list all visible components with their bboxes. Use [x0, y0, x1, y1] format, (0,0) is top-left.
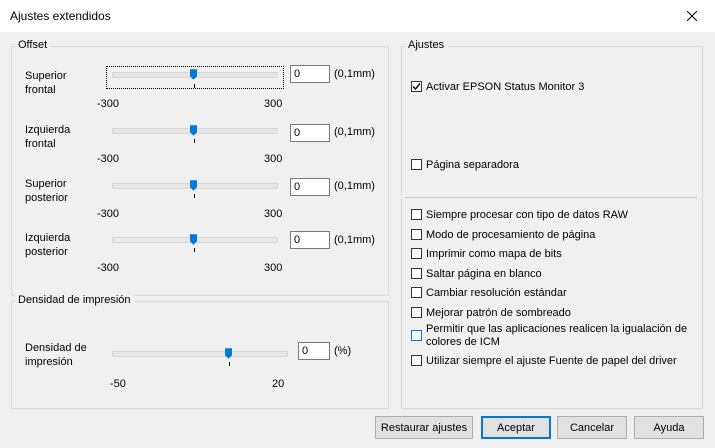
slider-max-label: 300: [264, 262, 283, 274]
ok-button[interactable]: Aceptar: [481, 416, 551, 439]
offset-value-input[interactable]: 0: [290, 65, 330, 83]
checkbox-label: Utilizar siempre el ajuste Fuente de pap…: [426, 355, 677, 367]
cancel-button[interactable]: Cancelar: [557, 416, 627, 439]
checkbox-label: Mejorar patrón de sombreado: [426, 307, 571, 319]
slider-min-label: -300: [97, 208, 120, 220]
close-button[interactable]: [669, 0, 715, 32]
slider-max-label: 300: [264, 98, 283, 110]
slider-thumb[interactable]: [225, 348, 232, 359]
title-bar: Ajustes extendidos: [0, 0, 715, 32]
checkbox-label: Imprimir como mapa de bits: [426, 248, 562, 260]
slider-tick: [194, 194, 195, 198]
slider-tick: [194, 84, 195, 88]
density-value-input[interactable]: 0: [298, 342, 330, 360]
unit-label: (0,1mm): [334, 126, 375, 138]
slider-thumb[interactable]: [190, 234, 197, 245]
checkbox-label: Modo de procesamiento de página: [426, 229, 596, 241]
unit-label: (0,1mm): [334, 234, 375, 246]
slider-max-label: 300: [264, 208, 283, 220]
unit-label: (0,1mm): [334, 68, 375, 80]
checkbox-label: Cambiar resolución estándar: [426, 287, 567, 299]
restore-defaults-button[interactable]: Restaurar ajustes: [375, 416, 473, 439]
density-slider-track[interactable]: [112, 351, 288, 357]
window-title: Ajustes extendidos: [10, 9, 111, 23]
slider-thumb[interactable]: [190, 69, 197, 80]
offset-value-input[interactable]: 0: [290, 124, 330, 142]
page-mode-checkbox[interactable]: [411, 229, 422, 240]
slider-thumb[interactable]: [190, 180, 197, 191]
slider-max-label: 20: [272, 378, 285, 390]
offset-row-label: Superior frontal: [25, 70, 67, 96]
close-icon: [687, 11, 697, 21]
slider-tick: [229, 362, 230, 366]
slider-min-label: -50: [110, 378, 126, 390]
offset-value-input[interactable]: 0: [290, 231, 330, 249]
help-button[interactable]: Ayuda: [634, 416, 704, 439]
checkbox-label: Página separadora: [426, 159, 519, 171]
slider-tick: [194, 139, 195, 143]
slider-tick: [194, 248, 195, 252]
shading-checkbox[interactable]: [411, 307, 422, 318]
checkbox-label: Permitir que las aplicaciones realicen l…: [426, 323, 688, 348]
checkbox-label: Activar EPSON Status Monitor 3: [426, 81, 585, 93]
raw-data-checkbox[interactable]: [411, 209, 422, 220]
unit-label: (0,1mm): [334, 180, 375, 192]
offset-row-label: Superior posterior: [25, 178, 68, 204]
divider: [405, 197, 697, 198]
resolution-checkbox[interactable]: [411, 287, 422, 298]
density-group-label: Densidad de impresión: [15, 294, 134, 306]
slider-min-label: -300: [97, 98, 120, 110]
checkbox-label: Siempre procesar con tipo de datos RAW: [426, 209, 628, 221]
status-monitor-checkbox[interactable]: [411, 81, 422, 92]
offset-value-input[interactable]: 0: [290, 178, 330, 196]
settings-group-label: Ajustes: [405, 39, 448, 51]
offset-row-label: Izquierda posterior: [25, 232, 71, 258]
bitmap-checkbox[interactable]: [411, 248, 422, 259]
skip-blank-checkbox[interactable]: [411, 268, 422, 279]
paper-source-checkbox[interactable]: [411, 355, 422, 366]
density-label: Densidad de impresión: [25, 342, 87, 368]
offset-row-label: Izquierda frontal: [25, 124, 71, 150]
offset-group-label: Offset: [15, 39, 51, 51]
unit-label: (%): [334, 345, 352, 357]
slider-min-label: -300: [97, 153, 120, 165]
checkbox-label: Saltar página en blanco: [426, 268, 542, 280]
slider-min-label: -300: [97, 262, 120, 274]
slider-thumb[interactable]: [190, 125, 197, 136]
slider-max-label: 300: [264, 153, 283, 165]
icm-checkbox[interactable]: [411, 330, 422, 341]
separator-page-checkbox[interactable]: [411, 159, 422, 170]
checkmark-icon: [412, 83, 421, 91]
